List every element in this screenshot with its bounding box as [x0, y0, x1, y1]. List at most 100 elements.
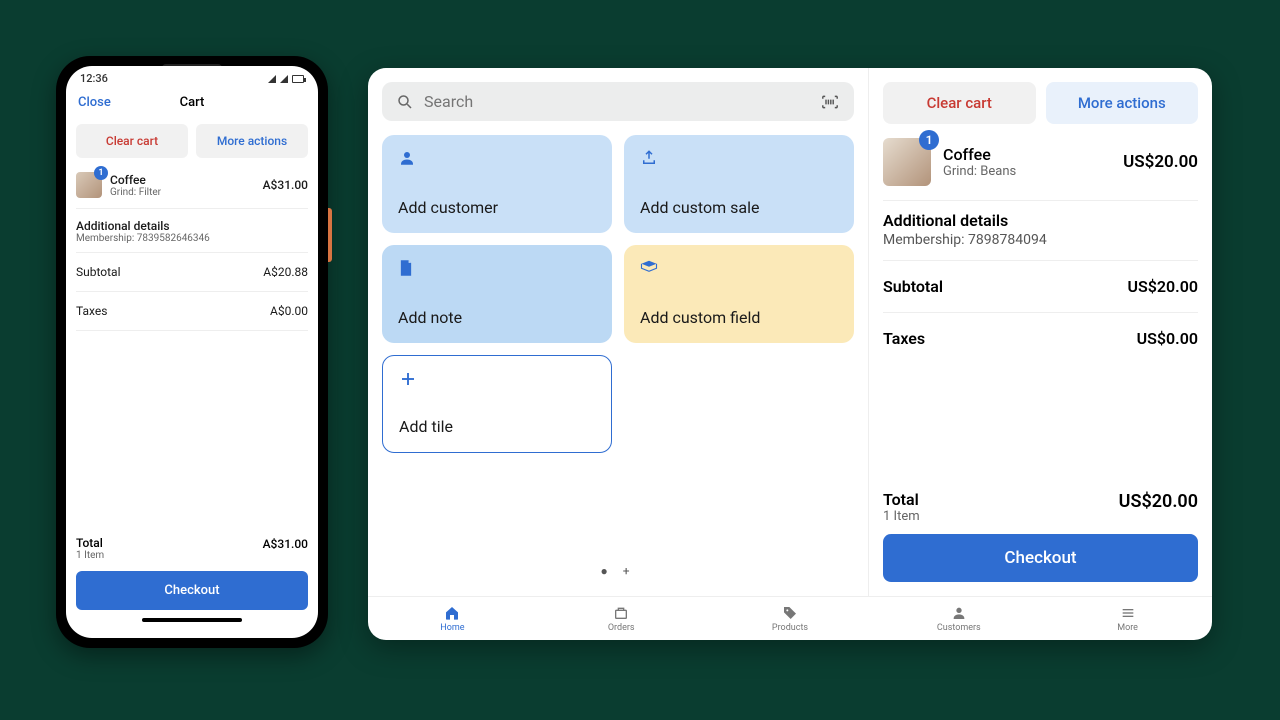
product-price: A$31.00 — [263, 178, 308, 192]
product-variant: Grind: Filter — [110, 187, 255, 198]
total-row: Total 1 Item A$31.00 — [76, 531, 308, 571]
search-icon — [396, 93, 414, 111]
total-value: US$20.00 — [1119, 491, 1198, 512]
cart-item[interactable]: 1 Coffee Grind: Beans US$20.00 — [883, 138, 1198, 201]
subtotal-label: Subtotal — [883, 277, 943, 296]
page-title: Cart — [180, 95, 205, 110]
cart-item-info: Coffee Grind: Filter — [110, 173, 255, 198]
close-button[interactable]: Close — [78, 95, 111, 110]
more-actions-button[interactable]: More actions — [196, 124, 308, 158]
total-row: Total 1 Item US$20.00 — [883, 479, 1198, 534]
nav-label: Home — [440, 623, 464, 633]
tile-grid: Add customer Add custom sale Add note — [382, 135, 854, 453]
tablet-main: Add customer Add custom sale Add note — [368, 68, 1212, 596]
product-name: Coffee — [943, 145, 1111, 164]
quantity-badge: 1 — [94, 166, 108, 180]
taxes-value: A$0.00 — [270, 304, 308, 318]
subtotal-row: Subtotal US$20.00 — [883, 261, 1198, 313]
phone-footer: Total 1 Item A$31.00 Checkout — [66, 523, 318, 638]
person-icon — [951, 605, 967, 621]
tile-label: Add custom sale — [640, 198, 838, 217]
more-actions-button[interactable]: More actions — [1046, 82, 1199, 124]
barcode-icon[interactable] — [820, 94, 840, 110]
orders-icon — [613, 605, 629, 621]
plus-icon — [399, 370, 595, 388]
product-thumbnail: 1 — [883, 138, 931, 186]
cart-action-row: Clear cart More actions — [883, 82, 1198, 124]
details-value: Membership: 7839582646346 — [76, 233, 308, 244]
phone-screen: 12:36 Close Cart Clear cart More actions… — [66, 66, 318, 638]
tile-label: Add custom field — [640, 308, 838, 327]
tile-label: Add tile — [399, 417, 595, 436]
tile-add-custom-field[interactable]: Add custom field — [624, 245, 854, 343]
tile-add-customer[interactable]: Add customer — [382, 135, 612, 233]
total-label: Total — [76, 537, 104, 550]
nav-label: Customers — [937, 623, 981, 633]
clear-cart-button[interactable]: Clear cart — [76, 124, 188, 158]
checkout-button[interactable]: Checkout — [883, 534, 1198, 582]
status-bar: 12:36 — [66, 66, 318, 87]
cart-footer: Total 1 Item US$20.00 Checkout — [883, 479, 1198, 582]
nav-home[interactable]: Home — [368, 597, 537, 640]
checkout-button[interactable]: Checkout — [76, 571, 308, 610]
status-indicators — [268, 75, 304, 83]
taxes-label: Taxes — [883, 329, 925, 348]
tablet-frame: Add customer Add custom sale Add note — [368, 68, 1212, 640]
details-label: Additional details — [76, 219, 308, 233]
tag-icon — [782, 605, 798, 621]
details-label: Additional details — [883, 211, 1198, 230]
subtotal-value: US$20.00 — [1127, 277, 1198, 296]
nav-more[interactable]: More — [1043, 597, 1212, 640]
phone-cart-body: Clear cart More actions 1 Coffee Grind: … — [66, 118, 318, 523]
nav-customers[interactable]: Customers — [874, 597, 1043, 640]
taxes-value: US$0.00 — [1137, 329, 1198, 348]
nav-orders[interactable]: Orders — [537, 597, 706, 640]
battery-icon — [292, 75, 304, 83]
search-bar[interactable] — [382, 82, 854, 121]
note-icon — [398, 259, 596, 277]
product-name: Coffee — [110, 173, 255, 187]
phone-header: Close Cart — [66, 87, 318, 118]
quantity-badge: 1 — [919, 130, 939, 150]
nav-label: Orders — [608, 623, 635, 633]
person-icon — [398, 149, 596, 167]
home-icon — [444, 605, 460, 621]
product-thumbnail: 1 — [76, 172, 102, 198]
cart-item[interactable]: 1 Coffee Grind: Filter A$31.00 — [76, 168, 308, 209]
phone-device-frame: 12:36 Close Cart Clear cart More actions… — [56, 56, 328, 648]
total-sub: 1 Item — [76, 550, 104, 561]
total-value: A$31.00 — [263, 537, 308, 551]
details-value: Membership: 7898784094 — [883, 232, 1198, 248]
cart-item-info: Coffee Grind: Beans — [943, 145, 1111, 179]
subtotal-row: Subtotal A$20.88 — [76, 253, 308, 292]
upload-icon — [640, 149, 838, 167]
tile-label: Add customer — [398, 198, 596, 217]
total-sub: 1 Item — [883, 509, 920, 524]
additional-details[interactable]: Additional details Membership: 789878409… — [883, 201, 1198, 261]
taxes-label: Taxes — [76, 304, 107, 318]
taxes-row: Taxes US$0.00 — [883, 313, 1198, 364]
search-input[interactable] — [424, 92, 810, 111]
page-indicator[interactable]: ● + — [382, 556, 854, 582]
total-label: Total — [883, 491, 920, 509]
tablet-left-panel: Add customer Add custom sale Add note — [368, 68, 868, 596]
home-indicator — [142, 618, 242, 622]
product-price: US$20.00 — [1123, 152, 1198, 172]
wifi-icon — [268, 75, 276, 83]
subtotal-label: Subtotal — [76, 265, 121, 279]
tile-add-custom-sale[interactable]: Add custom sale — [624, 135, 854, 233]
box-icon — [640, 259, 838, 273]
tile-add-note[interactable]: Add note — [382, 245, 612, 343]
tile-add-tile[interactable]: Add tile — [382, 355, 612, 453]
signal-icon — [280, 75, 288, 83]
bottom-nav: Home Orders Products Customers More — [368, 596, 1212, 640]
additional-details[interactable]: Additional details Membership: 783958264… — [76, 209, 308, 253]
status-time: 12:36 — [80, 72, 108, 85]
subtotal-value: A$20.88 — [263, 265, 308, 279]
phone-action-row: Clear cart More actions — [76, 124, 308, 158]
product-variant: Grind: Beans — [943, 164, 1111, 179]
nav-label: Products — [772, 623, 808, 633]
clear-cart-button[interactable]: Clear cart — [883, 82, 1036, 124]
nav-products[interactable]: Products — [706, 597, 875, 640]
menu-icon — [1120, 605, 1136, 621]
